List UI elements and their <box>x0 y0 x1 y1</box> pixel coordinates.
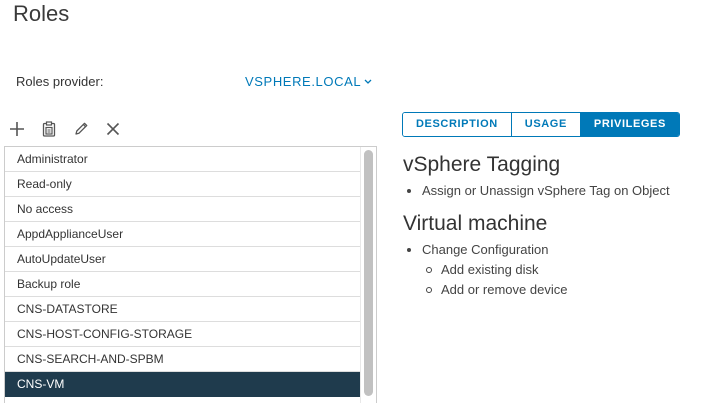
roles-list: Administrator Read-only No access AppdAp… <box>5 147 361 397</box>
roles-list-scrollbar[interactable] <box>360 147 376 403</box>
role-item-no-access[interactable]: No access <box>5 197 361 222</box>
add-role-button[interactable] <box>8 120 26 138</box>
role-item-cns-search-and-spbm[interactable]: CNS-SEARCH-AND-SPBM <box>5 347 361 372</box>
clone-role-button[interactable] <box>40 120 58 138</box>
role-item-appd-appliance-user[interactable]: AppdApplianceUser <box>5 222 361 247</box>
role-item-administrator[interactable]: Administrator <box>5 147 361 172</box>
privilege-category-heading: vSphere Tagging <box>403 153 561 176</box>
tagging-privilege-list: Assign or Unassign vSphere Tag on Object <box>403 181 670 201</box>
role-item-auto-update-user[interactable]: AutoUpdateUser <box>5 247 361 272</box>
roles-provider-dropdown[interactable]: VSPHERE.LOCAL <box>245 74 372 89</box>
delete-icon <box>106 122 120 136</box>
privilege-category-heading: Virtual machine <box>403 212 548 235</box>
role-item-cns-vm[interactable]: CNS-VM <box>5 372 361 397</box>
edit-icon <box>75 122 88 135</box>
roles-provider-value: VSPHERE.LOCAL <box>245 74 362 89</box>
privilege-subitem: Add existing disk <box>403 260 567 280</box>
clone-icon <box>42 121 56 137</box>
tab-privileges[interactable]: PRIVILEGES <box>580 113 679 136</box>
chevron-down-icon <box>364 79 372 84</box>
privilege-item: Assign or Unassign vSphere Tag on Object <box>403 181 670 201</box>
privilege-item: Change Configuration <box>403 240 567 260</box>
role-item-cns-datastore[interactable]: CNS-DATASTORE <box>5 297 361 322</box>
role-detail-tabs: DESCRIPTION USAGE PRIVILEGES <box>402 112 680 137</box>
roles-toolbar <box>8 120 122 138</box>
role-item-backup-role[interactable]: Backup role <box>5 272 361 297</box>
tab-usage[interactable]: USAGE <box>511 113 581 136</box>
role-item-cns-host-config-storage[interactable]: CNS-HOST-CONFIG-STORAGE <box>5 322 361 347</box>
delete-role-button[interactable] <box>104 120 122 138</box>
edit-role-button[interactable] <box>72 120 90 138</box>
privilege-subitem: Add or remove device <box>403 280 567 300</box>
vm-privilege-list: Change Configuration Add existing disk A… <box>403 240 567 300</box>
scrollbar-thumb[interactable] <box>364 150 373 396</box>
roles-list-panel: Administrator Read-only No access AppdAp… <box>4 146 377 403</box>
add-icon <box>10 122 24 136</box>
page-title: Roles <box>13 1 70 26</box>
tab-description[interactable]: DESCRIPTION <box>403 113 512 136</box>
role-item-read-only[interactable]: Read-only <box>5 172 361 197</box>
roles-provider-label: Roles provider: <box>16 74 104 89</box>
